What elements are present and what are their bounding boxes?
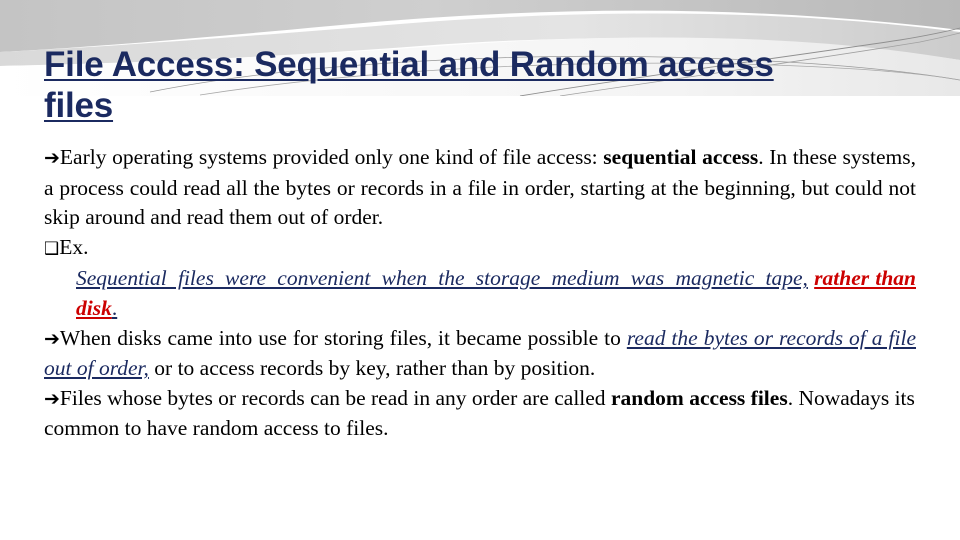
paragraph-2-label: Ex. (59, 234, 89, 259)
paragraph-2-trailing: . (111, 295, 118, 320)
paragraph-4-lead: Files whose bytes or records can be read… (59, 385, 611, 410)
body-paragraph-1: ➔Early operating systems provided only o… (44, 143, 916, 233)
title-line-1: File Access: Sequential and Random acces… (44, 44, 924, 85)
title-line-1-text: File Access: Sequential and Random acces… (44, 45, 774, 84)
paragraph-3-lead: When disks came into use for storing fil… (59, 325, 627, 350)
slide-body: ➔Early operating systems provided only o… (44, 143, 916, 444)
paragraph-2-italic-navy: Sequential files were convenient when th… (76, 266, 808, 291)
slide-title: File Access: Sequential and Random acces… (44, 44, 924, 126)
paragraph-1-bold-1: sequential (603, 145, 697, 169)
arrow-bullet-icon-2: ➔ (44, 327, 60, 350)
body-paragraph-3: ➔When disks came into use for storing fi… (44, 324, 916, 384)
title-line-2-text: files (44, 86, 114, 125)
paragraph-1-bold-2: access (702, 145, 759, 169)
square-bullet-icon: ❑ (44, 238, 60, 259)
arrow-bullet-icon-3: ➔ (44, 387, 60, 410)
paragraph-4-bold-2: access files (689, 385, 788, 410)
paragraph-1-lead: Early operating systems provided only on… (59, 145, 604, 169)
paragraph-4-bold-1: random (610, 385, 684, 410)
body-paragraph-2: ❑Ex. Sequential files were convenient wh… (44, 233, 916, 324)
paragraph-3-tail: or to access records by key, rather than… (148, 356, 596, 381)
body-paragraph-4: ➔Files whose bytes or records can be rea… (44, 384, 916, 444)
title-line-2: files (44, 85, 924, 126)
arrow-bullet-icon: ➔ (44, 147, 60, 169)
presentation-slide: File Access: Sequential and Random acces… (0, 0, 960, 540)
paragraph-2-body: Sequential files were convenient when th… (44, 264, 916, 323)
